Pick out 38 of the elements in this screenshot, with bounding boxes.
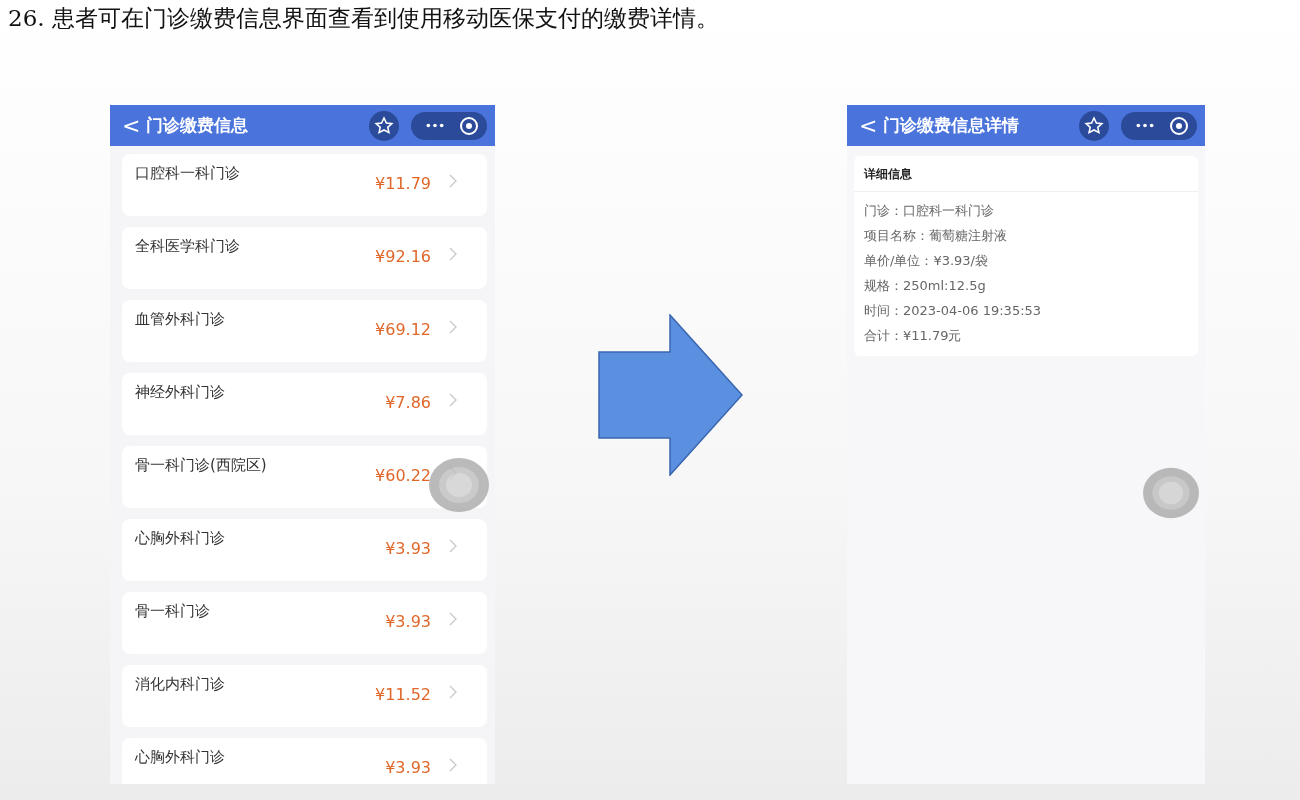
clinic-name: 骨一科门诊(西院区) — [135, 456, 267, 475]
detail-line: 门诊：口腔科一科门诊 — [864, 202, 995, 220]
back-button[interactable]: < — [859, 114, 878, 137]
clinic-name: 神经外科门诊 — [135, 383, 225, 402]
clinic-name: 心胸外科门诊 — [135, 529, 225, 548]
detail-line: 时间：2023-04-06 19:35:53 — [864, 302, 1043, 320]
clinic-name: 口腔科一科门诊 — [135, 164, 240, 183]
payment-item[interactable]: 消化内科门诊 ¥11.52 — [122, 665, 487, 727]
payment-item[interactable]: 心胸外科门诊 ¥3.93 — [122, 519, 487, 581]
detail-line: 规格：250ml:12.5g — [864, 277, 987, 295]
screen-title: 门诊缴费信息 — [146, 114, 250, 137]
clinic-name: 骨一科门诊 — [135, 602, 210, 621]
payment-amount: ¥60.22 — [375, 466, 431, 485]
payment-amount: ¥3.93 — [385, 758, 431, 777]
payment-amount: ¥69.12 — [375, 320, 431, 339]
payment-amount: ¥11.52 — [375, 685, 431, 704]
back-button[interactable]: < — [122, 114, 141, 137]
clinic-name: 全科医学科门诊 — [135, 237, 240, 256]
clinic-name: 消化内科门诊 — [135, 675, 225, 694]
clinic-name: 血管外科门诊 — [135, 310, 225, 329]
payment-amount: ¥3.93 — [385, 612, 431, 631]
screen-title: 门诊缴费信息详情 — [883, 114, 1021, 137]
payment-amount: ¥92.16 — [375, 247, 431, 266]
detail-line: 单价/单位：¥3.93/袋 — [864, 252, 989, 270]
payment-item[interactable]: 神经外科门诊 ¥7.86 — [122, 373, 487, 435]
clinic-name: 心胸外科门诊 — [135, 748, 225, 767]
payment-item[interactable]: 血管外科门诊 ¥69.12 — [122, 300, 487, 362]
payment-amount: ¥7.86 — [385, 393, 431, 412]
payment-item[interactable]: 全科医学科门诊 ¥92.16 — [122, 227, 487, 289]
payment-amount: ¥11.79 — [375, 174, 431, 193]
payment-item[interactable]: 心胸外科门诊 ¥3.93 — [122, 738, 487, 784]
payment-item[interactable]: 口腔科一科门诊 ¥11.79 — [122, 154, 487, 216]
slide-heading: 26. 患者可在门诊缴费信息界面查看到使用移动医保支付的缴费详情。 — [7, 4, 720, 33]
payment-item[interactable]: 骨一科门诊 ¥3.93 — [122, 592, 487, 654]
detail-line: 合计：¥11.79元 — [864, 327, 963, 345]
payment-amount: ¥3.93 — [385, 539, 431, 558]
detail-line: 项目名称：葡萄糖注射液 — [864, 227, 1008, 245]
card-title: 详细信息 — [854, 156, 1198, 192]
